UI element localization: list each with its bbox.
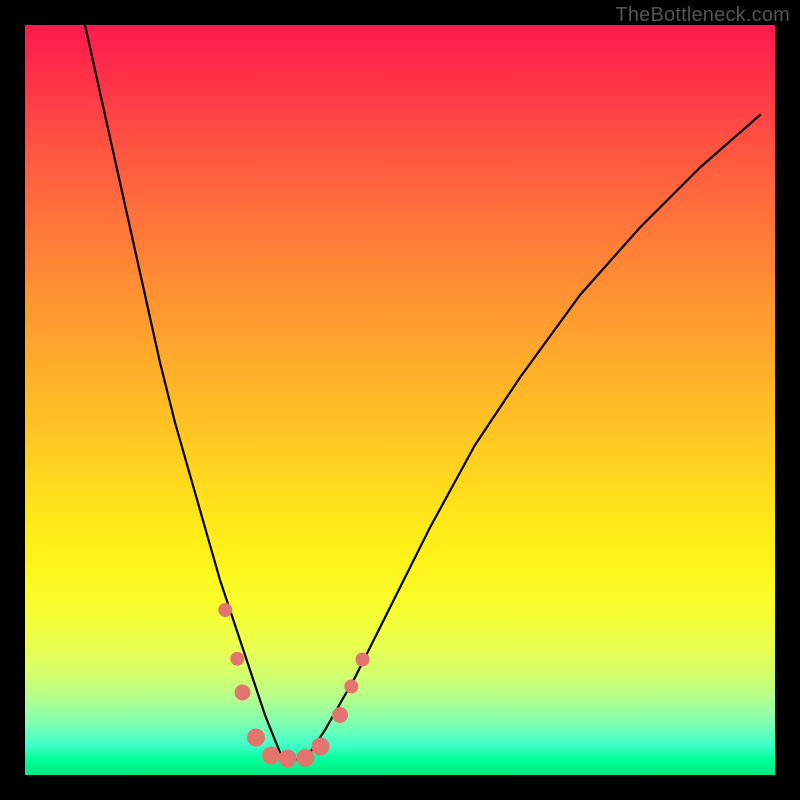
curve-marker [279, 750, 297, 768]
curve-marker [312, 738, 330, 756]
frame: TheBottleneck.com [0, 0, 800, 800]
curve-marker [356, 653, 370, 667]
curve-marker [230, 652, 244, 666]
curve-marker [247, 729, 265, 747]
curve-marker [235, 685, 251, 701]
curve-marker [332, 707, 348, 723]
credit-text: TheBottleneck.com [615, 4, 790, 27]
plot-area [25, 25, 775, 775]
marker-group [218, 603, 369, 768]
curve-svg [25, 25, 775, 775]
curve-marker [297, 749, 315, 767]
bottleneck-curve [85, 25, 760, 760]
curve-marker [344, 680, 358, 694]
curve-marker [262, 747, 280, 765]
curve-marker [218, 603, 232, 617]
